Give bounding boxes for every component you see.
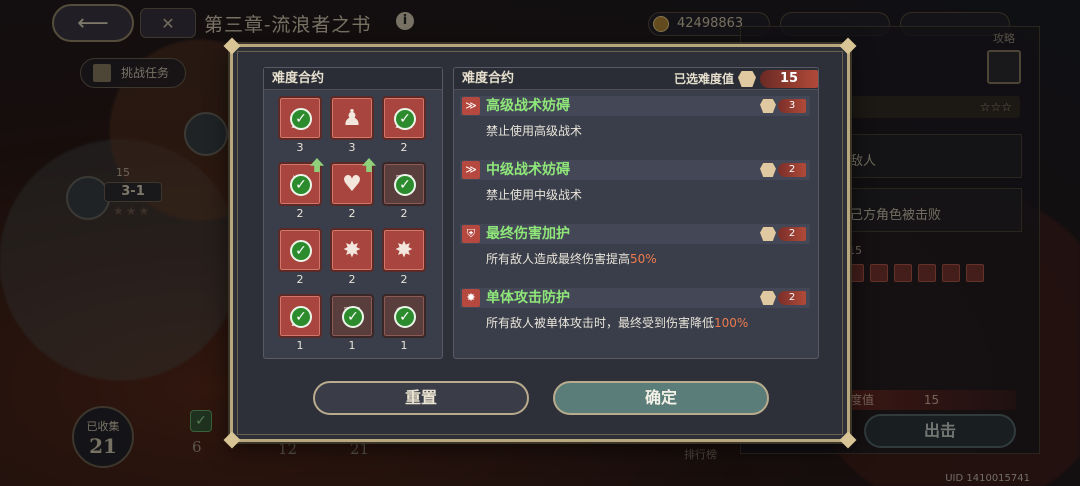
contract-type-icon: ⛨ <box>462 225 480 243</box>
confirm-button[interactable]: 确定 <box>553 381 769 415</box>
selected-total-value: 15 <box>760 70 818 88</box>
contract-level: 1 <box>348 339 356 352</box>
contract-cell[interactable]: ⛨ ✓ 1 <box>330 294 374 354</box>
contract-cost: 3 <box>760 98 806 114</box>
contract-level: 2 <box>348 273 356 286</box>
contract-list-item[interactable]: ✸ 单体攻击防护 2 所有敌人被单体攻击时，最终受到伤害降低100% <box>460 288 810 348</box>
upgrade-arrow-icon <box>362 158 376 172</box>
contract-level: 1 <box>400 339 408 352</box>
contract-cost: 2 <box>760 290 806 306</box>
contract-tile[interactable]: ✸ <box>330 228 374 272</box>
contract-cell[interactable]: ✸ 2 <box>382 228 426 288</box>
contract-tile[interactable]: ♥ <box>330 158 376 206</box>
contract-cell[interactable]: ♥ ✓ 1 <box>382 294 426 354</box>
contract-grid: ▲ ✓ 3 ♟ 3 ▲ ✓ 2 ⚔ ✓ 2 ♥ 2 ⛨ <box>278 96 426 354</box>
contract-level: 2 <box>400 207 408 220</box>
contract-grid-title: 难度合约 <box>264 68 442 90</box>
skull-icon <box>760 227 776 241</box>
contract-description: 禁止使用高级战术 <box>486 122 582 139</box>
contract-cell[interactable]: ⚔ ✓ 2 <box>278 158 324 222</box>
skull-icon <box>738 71 756 87</box>
contract-cell[interactable]: ✸ 2 <box>330 228 374 288</box>
checkmark-icon: ✓ <box>290 174 312 196</box>
contract-list-item[interactable]: ≫ 中级战术妨碍 2 禁止使用中级战术 <box>460 160 810 220</box>
contract-level: 3 <box>296 141 304 154</box>
contract-cell[interactable]: ♟ 3 <box>330 96 374 156</box>
selected-contracts-panel: 难度合约 已选难度值 15 ≫ 高级战术妨碍 3 禁止使用高级战术 ≫ 中级战术… <box>453 67 819 359</box>
contract-desc-text: 所有敌人被单体攻击时，最终受到伤害降低 <box>486 316 715 330</box>
contract-list-item[interactable]: ⛨ 最终伤害加护 2 所有敌人造成最终伤害提高50% <box>460 224 810 284</box>
selected-contracts-title: 难度合约 <box>462 71 515 86</box>
contract-description: 禁止使用中级战术 <box>486 186 582 203</box>
contract-tile[interactable]: ⛨ ✓ <box>330 294 374 338</box>
contract-level: 3 <box>348 141 356 154</box>
contract-cost-value: 2 <box>778 163 806 177</box>
contract-grid-panel: 难度合约 ▲ ✓ 3 ♟ 3 ▲ ✓ 2 ⚔ ✓ 2 ♥ <box>263 67 443 359</box>
selected-total-label: 已选难度值 <box>673 72 734 86</box>
contract-cell[interactable]: ♥ 2 <box>330 158 376 222</box>
contract-cost: 2 <box>760 226 806 242</box>
contract-level: 2 <box>400 141 408 154</box>
contract-icon: ♥ <box>342 171 362 197</box>
contract-tile[interactable]: ♥ ✓ <box>382 294 426 338</box>
checkmark-icon: ✓ <box>290 306 312 328</box>
contract-tile[interactable]: ⛨ ✓ <box>382 162 426 206</box>
skull-icon <box>760 99 776 113</box>
contract-desc-highlight: 50% <box>630 252 657 266</box>
contract-description: 所有敌人造成最终伤害提高50% <box>486 250 657 267</box>
contract-name: 单体攻击防护 <box>486 290 570 306</box>
contract-cost-value: 2 <box>778 227 806 241</box>
contract-tile[interactable]: ✸ ✓ <box>278 228 322 272</box>
contract-icon: ♟ <box>342 105 362 131</box>
checkmark-icon: ✓ <box>290 240 312 262</box>
contract-list-item[interactable]: ≫ 高级战术妨碍 3 禁止使用高级战术 <box>460 96 810 156</box>
contract-level: 2 <box>400 273 408 286</box>
contract-tile[interactable]: ▲ ✓ <box>382 96 426 140</box>
contract-level: 2 <box>296 273 304 286</box>
contract-name: 高级战术妨碍 <box>486 98 570 114</box>
contract-desc-text: 所有敌人造成最终伤害提高 <box>486 252 631 266</box>
contract-cell[interactable]: ▲ ✓ 3 <box>278 96 322 156</box>
contract-cost-value: 3 <box>778 99 806 113</box>
contract-cell[interactable]: ✸ ✓ 2 <box>278 228 322 288</box>
contract-name: 最终伤害加护 <box>486 226 570 242</box>
contract-type-icon: ✸ <box>462 289 480 307</box>
contract-description: 所有敌人被单体攻击时，最终受到伤害降低100% <box>486 314 748 331</box>
contract-icon: ✸ <box>394 237 414 263</box>
contract-level: 2 <box>348 207 356 220</box>
contract-level: 2 <box>296 207 304 220</box>
contract-cell[interactable]: ▲ ✓ 2 <box>382 96 426 156</box>
checkmark-icon: ✓ <box>342 306 364 328</box>
contract-tile[interactable]: ▲ ✓ <box>278 96 322 140</box>
checkmark-icon: ✓ <box>290 108 312 130</box>
contract-desc-text: 禁止使用中级战术 <box>486 188 583 202</box>
reset-button[interactable]: 重置 <box>313 381 529 415</box>
contract-tile[interactable]: ⚔ ✓ <box>278 158 324 206</box>
contract-cell[interactable]: ▲ ✓ 1 <box>278 294 322 354</box>
contract-name: 中级战术妨碍 <box>486 162 570 178</box>
contract-tile[interactable]: ✸ <box>382 228 426 272</box>
contract-desc-highlight: 100% <box>714 316 749 330</box>
contract-type-icon: ≫ <box>462 97 480 115</box>
contract-desc-text: 禁止使用高级战术 <box>486 124 583 138</box>
checkmark-icon: ✓ <box>394 108 416 130</box>
contract-tile[interactable]: ♟ <box>330 96 374 140</box>
difficulty-contract-dialog: 难度合约 ▲ ✓ 3 ♟ 3 ▲ ✓ 2 ⚔ ✓ 2 ♥ <box>223 37 857 449</box>
checkmark-icon: ✓ <box>394 174 416 196</box>
skull-icon <box>760 163 776 177</box>
selected-contracts-header: 难度合约 已选难度值 15 <box>454 68 818 90</box>
upgrade-arrow-icon <box>310 158 324 172</box>
contract-cost: 2 <box>760 162 806 178</box>
skull-icon <box>760 291 776 305</box>
contract-type-icon: ≫ <box>462 161 480 179</box>
contract-cell[interactable]: ⛨ ✓ 2 <box>382 162 426 222</box>
checkmark-icon: ✓ <box>394 306 416 328</box>
contract-tile[interactable]: ▲ ✓ <box>278 294 322 338</box>
contract-level: 1 <box>296 339 304 352</box>
selected-total: 已选难度值 15 <box>674 68 818 90</box>
contract-icon: ✸ <box>342 237 362 263</box>
contract-cost-value: 2 <box>778 291 806 305</box>
